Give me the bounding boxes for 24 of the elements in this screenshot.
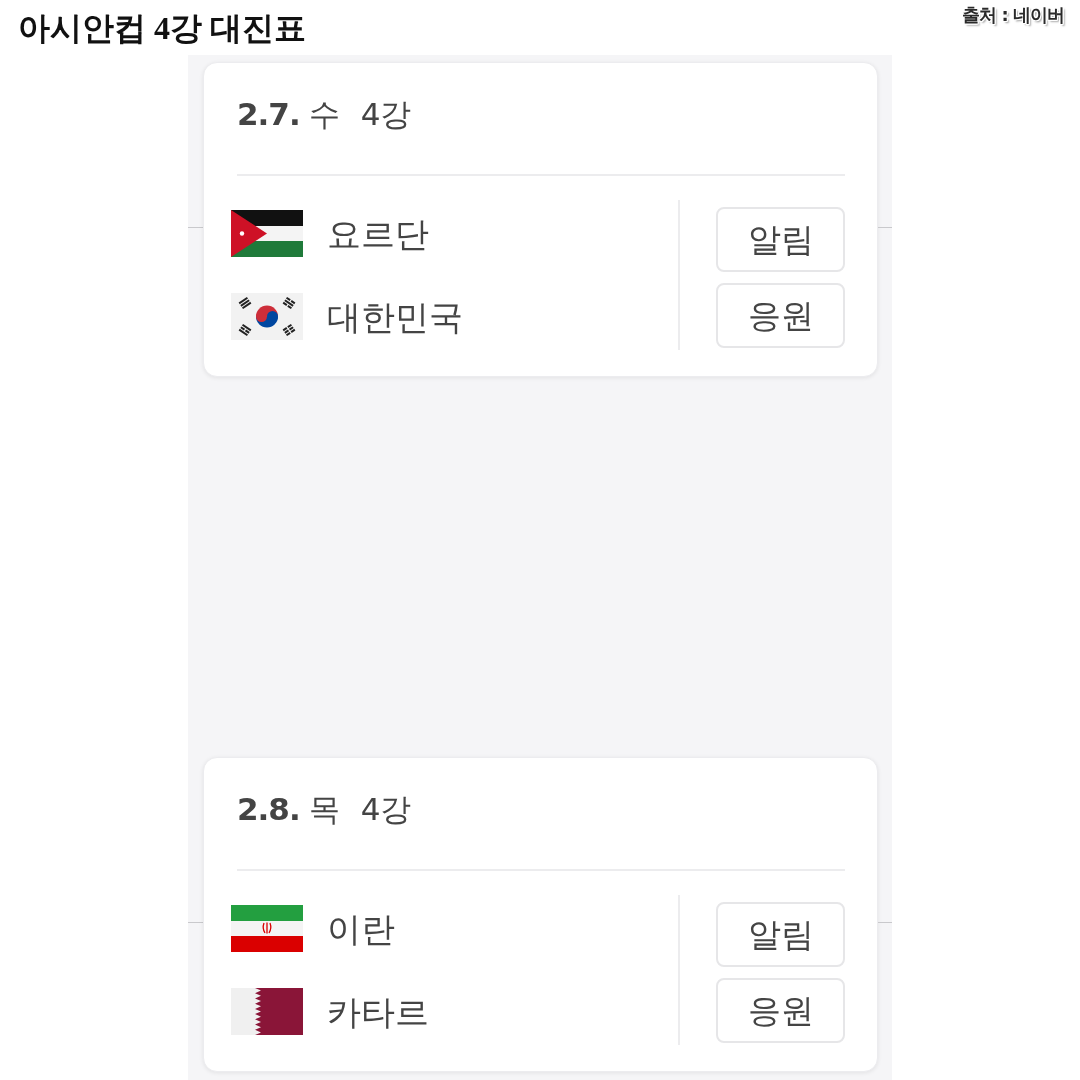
bracket-line	[188, 922, 203, 923]
flag-icon	[231, 293, 303, 340]
flag-icon	[231, 210, 303, 257]
bracket-line	[878, 922, 892, 923]
team-name: 카타르	[327, 990, 429, 1034]
match-round: 4강	[360, 95, 412, 134]
match-date: 2.7.	[237, 95, 300, 134]
page-title: 아시안컵 4강 대진표	[18, 9, 306, 48]
cheer-button[interactable]: 응원	[716, 283, 845, 348]
alert-button[interactable]: 알림	[716, 902, 845, 967]
bracket-line	[878, 227, 892, 228]
bracket-line	[188, 227, 203, 228]
match-round: 4강	[360, 790, 412, 829]
source-note: 출처 : 네이버	[962, 3, 1064, 27]
flag-icon	[231, 905, 303, 952]
cheer-button[interactable]: 응원	[716, 978, 845, 1043]
team-name: 요르단	[327, 212, 429, 256]
flag-icon	[231, 988, 303, 1035]
match-date: 2.8.	[237, 790, 300, 829]
alert-button[interactable]: 알림	[716, 207, 845, 272]
match-weekday: 목	[308, 790, 340, 829]
team-name: 대한민국	[327, 295, 463, 339]
match-weekday: 수	[308, 95, 340, 134]
team-name: 이란	[327, 907, 395, 951]
